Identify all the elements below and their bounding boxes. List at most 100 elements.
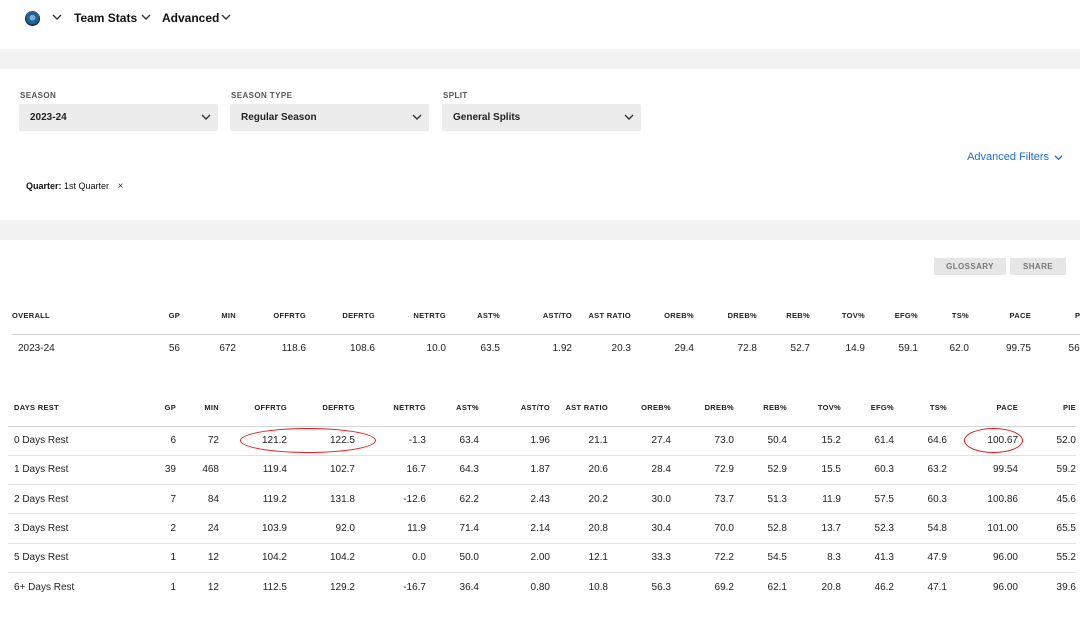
table-cell: 3 Days Rest — [8, 513, 116, 544]
chevron-down-icon[interactable] — [220, 11, 232, 23]
column-header-defrtg[interactable]: DEFRTG — [306, 298, 375, 335]
advanced-filters-label: Advanced Filters — [967, 151, 1049, 163]
chevron-down-icon — [1054, 154, 1063, 160]
table-cell: 30.0 — [608, 484, 671, 515]
table-cell: 1 Days Rest — [8, 455, 116, 486]
column-header-offrtg[interactable]: OFFRTG — [219, 390, 287, 427]
column-header-reb[interactable]: REB% — [734, 390, 787, 427]
share-button[interactable]: SHARE — [1010, 258, 1066, 275]
table-cell: 672 — [219, 343, 236, 355]
days-rest-header-row: DAYS REST GP MIN OFFRTG DEFRTG NETRTG AST% AST/… — [8, 390, 1076, 427]
nav-team-stats[interactable]: Team Stats — [74, 11, 137, 25]
table-cell: 11.9 — [787, 484, 841, 515]
table-cell: 52.8 — [734, 513, 787, 544]
split-select[interactable]: General Splits — [442, 104, 641, 131]
table-cell: 1 — [116, 543, 176, 573]
table-cell: 119.4 — [219, 455, 287, 486]
table-cell: 56.1 — [1068, 343, 1080, 355]
table-cell: 104.2 — [287, 543, 355, 573]
table-cell: 15.5 — [787, 455, 841, 486]
column-header-efg[interactable]: EFG% — [865, 298, 918, 335]
table-cell: 99.54 — [947, 455, 1018, 486]
table-cell: 51.3 — [734, 484, 787, 515]
column-header-ts[interactable]: TS% — [894, 390, 947, 427]
table-cell: 99.75 — [1005, 343, 1031, 355]
column-header-pace[interactable]: PACE — [947, 390, 1018, 427]
column-header-oreb[interactable]: OREB% — [608, 390, 671, 427]
table-cell: 21.1 — [550, 426, 608, 456]
column-header-dreb[interactable]: DREB% — [694, 298, 757, 335]
table-cell: 12.1 — [550, 543, 608, 573]
table-row: 2023-24 56 672 118.6 108.6 10.0 63.5 1.92 20.3 29… — [12, 334, 1080, 363]
season-label: SEASON — [20, 91, 57, 100]
column-header-dreb[interactable]: DREB% — [671, 390, 734, 427]
table-cell: 2 Days Rest — [8, 484, 116, 515]
table-cell: 30.4 — [608, 513, 671, 544]
column-header-netrtg[interactable]: NETRTG — [375, 298, 446, 335]
column-header-ast[interactable]: AST% — [426, 390, 479, 427]
column-header-ts[interactable]: TS% — [918, 298, 969, 335]
table-cell: 16.7 — [355, 455, 426, 486]
table-cell: 2.43 — [479, 484, 550, 515]
table-cell: 0.80 — [530, 581, 550, 593]
table-row: 1 Days Rest 39 468 119.4 102.7 16.7 64.3 1.87 20… — [8, 455, 1076, 486]
column-header-netrtg[interactable]: NETRTG — [355, 390, 426, 427]
column-header-efg[interactable]: EFG% — [841, 390, 894, 427]
column-header-reb[interactable]: REB% — [757, 298, 810, 335]
table-cell: 72.9 — [671, 455, 734, 486]
season-select[interactable]: 2023-24 — [19, 104, 218, 131]
table-cell: 2.14 — [479, 513, 550, 544]
column-header-min[interactable]: MIN — [180, 298, 236, 335]
table-cell: 121.2 — [219, 426, 287, 456]
days-rest-table: DAYS REST GP MIN OFFRTG DEFRTG NETRTG AST% AST/… — [8, 390, 1076, 602]
split-label: SPLIT — [443, 91, 468, 100]
table-cell: 46.2 — [874, 581, 894, 593]
table-cell: 104.2 — [219, 543, 287, 573]
column-header-pace[interactable]: PACE — [969, 298, 1031, 335]
advanced-filters-toggle[interactable]: Advanced Filters — [967, 151, 1064, 163]
column-header-min[interactable]: MIN — [176, 390, 219, 427]
column-header-overall[interactable]: OVERALL — [12, 298, 122, 335]
table-cell: 24 — [176, 513, 219, 544]
table-cell: 129.2 — [329, 581, 355, 593]
column-header-pie[interactable]: PIE — [1031, 298, 1080, 335]
column-header-gp[interactable]: GP — [116, 390, 176, 427]
column-header-ast[interactable]: AST% — [446, 298, 500, 335]
column-header-ast-ratio[interactable]: AST RATIO — [550, 390, 608, 427]
table-cell: 56.3 — [651, 581, 671, 593]
column-header-oreb[interactable]: OREB% — [631, 298, 694, 335]
team-logo-icon[interactable] — [25, 11, 40, 26]
column-header-offrtg[interactable]: OFFRTG — [236, 298, 306, 335]
column-header-defrtg[interactable]: DEFRTG — [287, 390, 355, 427]
nav-advanced[interactable]: Advanced — [162, 11, 219, 25]
table-cell: 20.3 — [611, 343, 631, 355]
table-cell: 63.5 — [480, 343, 500, 355]
column-header-gp[interactable]: GP — [122, 298, 180, 335]
column-header-tov[interactable]: TOV% — [787, 390, 841, 427]
glossary-button[interactable]: GLOSSARY — [934, 258, 1006, 275]
column-header-pie[interactable]: PIE — [1018, 390, 1076, 427]
chevron-down-icon[interactable] — [140, 11, 152, 23]
table-row: 3 Days Rest 2 24 103.9 92.0 11.9 71.4 2.14 20.8 3… — [8, 513, 1076, 544]
active-filter-chip: Quarter: 1st Quarter × — [26, 181, 123, 192]
table-cell: 54.5 — [734, 543, 787, 573]
column-header-tov[interactable]: TOV% — [810, 298, 865, 335]
season-type-select[interactable]: Regular Season — [230, 104, 429, 131]
column-header-ast-to[interactable]: AST/TO — [500, 298, 572, 335]
table-cell: 468 — [176, 455, 219, 486]
close-icon[interactable]: × — [118, 181, 124, 192]
chevron-down-icon[interactable] — [51, 11, 63, 23]
column-header-ast-to[interactable]: AST/TO — [479, 390, 550, 427]
table-cell: 1.87 — [479, 455, 550, 486]
table-cell: 61.4 — [841, 426, 894, 456]
table-cell: 13.7 — [787, 513, 841, 544]
table-cell: 102.7 — [287, 455, 355, 486]
season-type-label: SEASON TYPE — [231, 91, 293, 100]
table-cell: 92.0 — [287, 513, 355, 544]
table-cell: 70.0 — [671, 513, 734, 544]
table-cell: 54.8 — [894, 513, 947, 544]
column-header-days-rest[interactable]: DAYS REST — [8, 390, 116, 427]
table-cell: 131.8 — [287, 484, 355, 515]
column-header-ast-ratio[interactable]: AST RATIO — [572, 298, 631, 335]
table-cell: 59.2 — [1018, 455, 1076, 486]
